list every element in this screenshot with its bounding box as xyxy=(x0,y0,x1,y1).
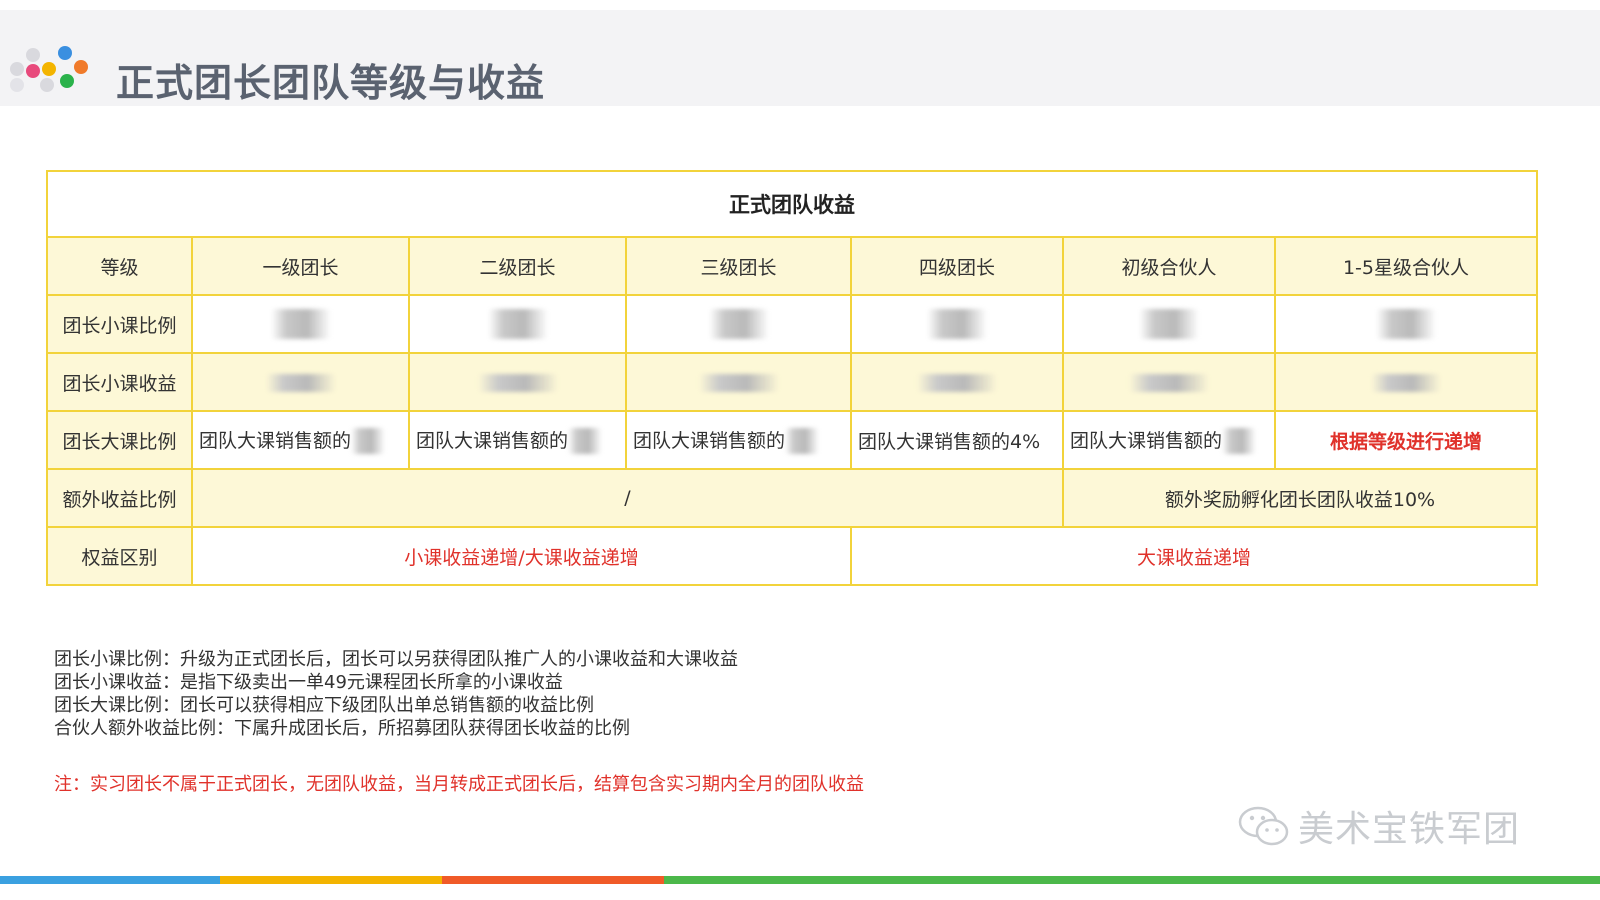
note-line: 团长大课比例：团长可以获得相应下级团队出单总销售额的收益比例 xyxy=(54,695,594,716)
redacted-cell xyxy=(191,352,410,412)
column-header: 四级团长 xyxy=(850,236,1064,296)
table-cell: 额外奖励孵化团长团队收益10% xyxy=(1062,468,1538,528)
row-label: 权益区别 xyxy=(46,526,193,586)
team-income-table: 正式团队收益 等级 一级团长 二级团长 三级团长 四级团长 初级合伙人 1-5星… xyxy=(46,170,1538,586)
redacted-cell xyxy=(625,294,852,354)
row-label: 额外收益比例 xyxy=(46,468,193,528)
column-header: 等级 xyxy=(46,236,193,296)
redacted-cell xyxy=(191,294,410,354)
table-cell: 团队大课销售额的4% xyxy=(850,410,1064,470)
table-cell: 团队大课销售额的 xyxy=(625,410,852,470)
redacted-cell xyxy=(408,352,627,412)
redacted-cell xyxy=(1274,294,1538,354)
wechat-icon xyxy=(1238,806,1289,846)
table-cell: 小课收益递增/大课收益递增 xyxy=(191,526,852,586)
redacted-cell xyxy=(850,352,1064,412)
redacted-cell xyxy=(850,294,1064,354)
table-cell: 团队大课销售额的 xyxy=(408,410,627,470)
table-cell: 团队大课销售额的 xyxy=(191,410,410,470)
notes: 团长小课比例：升级为正式团长后，团长可以另获得团队推广人的小课收益和大课收益 团… xyxy=(54,648,738,740)
column-header: 二级团长 xyxy=(408,236,627,296)
table-header-row: 等级 一级团长 二级团长 三级团长 四级团长 初级合伙人 1-5星级合伙人 xyxy=(46,236,1538,296)
logo-dots-icon xyxy=(10,46,94,92)
column-header: 初级合伙人 xyxy=(1062,236,1276,296)
table-row: 团长小课收益 xyxy=(46,352,1538,412)
table-title: 正式团队收益 xyxy=(46,170,1538,238)
row-label: 团长小课比例 xyxy=(46,294,193,354)
column-header: 1-5星级合伙人 xyxy=(1274,236,1538,296)
note-line: 团长小课收益：是指下级卖出一单49元课程团长所拿的小课收益 xyxy=(54,672,563,693)
table-cell: 大课收益递增 xyxy=(850,526,1538,586)
table-row: 团长小课比例 xyxy=(46,294,1538,354)
redacted-cell xyxy=(1062,294,1276,354)
column-header: 一级团长 xyxy=(191,236,410,296)
note-line: 团长小课比例：升级为正式团长后，团长可以另获得团队推广人的小课收益和大课收益 xyxy=(54,649,738,670)
column-header: 三级团长 xyxy=(625,236,852,296)
table-row: 权益区别 小课收益递增/大课收益递增 大课收益递增 xyxy=(46,526,1538,586)
redacted-cell xyxy=(625,352,852,412)
header-bar: 正式团长团队等级与收益 xyxy=(0,10,1600,106)
row-label: 团长大课比例 xyxy=(46,410,193,470)
warning-note: 注：实习团长不属于正式团长，无团队收益，当月转成正式团长后，结算包含实习期内全月… xyxy=(54,774,864,795)
watermark: 美术宝铁军团 xyxy=(1236,800,1520,850)
page-title: 正式团长团队等级与收益 xyxy=(116,61,546,105)
row-label: 团长小课收益 xyxy=(46,352,193,412)
table-cell: / xyxy=(191,468,1064,528)
bottom-color-bar xyxy=(0,876,1600,884)
note-line: 合伙人额外收益比例：下属升成团长后，所招募团队获得团长收益的比例 xyxy=(54,718,630,739)
table-row: 额外收益比例 / 额外奖励孵化团长团队收益10% xyxy=(46,468,1538,528)
table-cell: 团队大课销售额的 xyxy=(1062,410,1276,470)
watermark-text: 美术宝铁军团 xyxy=(1298,809,1521,850)
table-cell: 根据等级进行递增 xyxy=(1274,410,1538,470)
redacted-cell xyxy=(408,294,627,354)
redacted-cell xyxy=(1274,352,1538,412)
table-row: 团长大课比例 团队大课销售额的 团队大课销售额的 团队大课销售额的 团队大课销售… xyxy=(46,410,1538,470)
redacted-cell xyxy=(1062,352,1276,412)
